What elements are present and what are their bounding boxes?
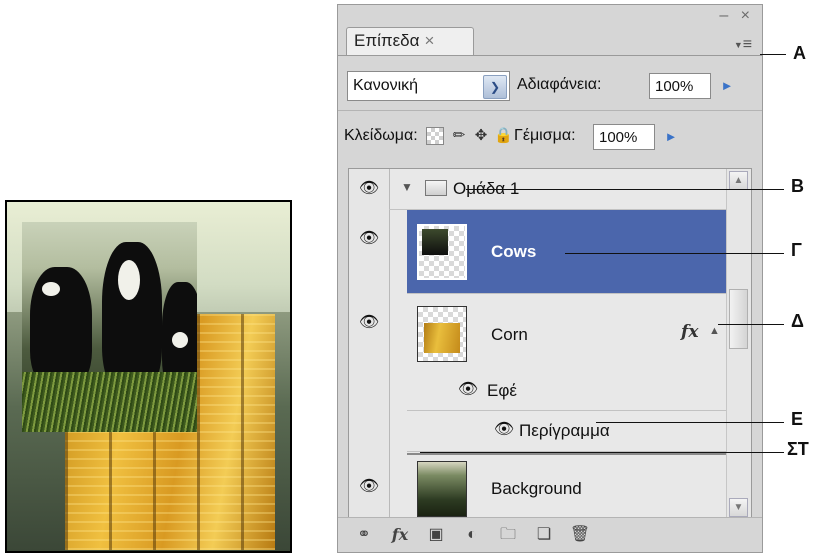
- trash-icon[interactable]: 🗑: [568, 525, 592, 545]
- layers-scrollbar[interactable]: ▲ ▼: [726, 169, 751, 519]
- blend-mode-value: Κανονική: [353, 77, 419, 94]
- scroll-up-icon[interactable]: ▲: [729, 171, 748, 190]
- layer-row-stroke[interactable]: 👁 Περίγραμμα: [407, 411, 727, 452]
- callout-line-g: [565, 253, 784, 254]
- mask-icon[interactable]: ▣: [424, 525, 448, 545]
- fill-arrow-icon[interactable]: ►: [661, 124, 681, 150]
- cow-face: [118, 260, 140, 300]
- folder-icon: [425, 180, 447, 196]
- layer-row-corn[interactable]: Corn fx ▲: [407, 294, 727, 372]
- layer-row-background[interactable]: Background: [407, 453, 727, 521]
- lock-brush-icon[interactable]: ✏: [450, 127, 468, 145]
- expand-triangle-icon[interactable]: ▼: [401, 180, 413, 194]
- layer-thumbnail: [417, 224, 467, 280]
- composite-image: [5, 200, 292, 553]
- scroll-thumb[interactable]: [729, 289, 748, 349]
- menu-lines-icon: ≡: [742, 36, 753, 54]
- layer-name: Background: [491, 479, 582, 498]
- adjustment-icon[interactable]: ◐: [460, 525, 484, 545]
- opacity-label: Αδιαφάνεια:: [517, 76, 602, 93]
- fill-label: Γέμισμα:: [514, 127, 576, 144]
- lock-row: Κλείδωμα: ✏ ✥ 🔒 Γέμισμα: 100% ►: [344, 122, 754, 152]
- lock-label: Κλείδωμα:: [344, 127, 418, 144]
- cow-patch: [42, 282, 60, 296]
- effects-label: Εφέ: [487, 381, 517, 400]
- link-icon[interactable]: ⚭: [352, 525, 376, 545]
- collapse-triangle-icon[interactable]: ▲: [709, 325, 720, 337]
- callout-line-e: [596, 422, 784, 423]
- thumbnail-photo: [422, 229, 448, 255]
- cow-left: [30, 267, 92, 387]
- layers-panel: – × Επίπεδα × ▼≡ Κανονική ❯ Αδιαφάνεια: 1…: [337, 4, 763, 553]
- divider: [338, 110, 762, 111]
- callout-b: B: [791, 176, 804, 196]
- eye-icon[interactable]: 👁: [356, 315, 382, 331]
- lock-move-icon[interactable]: ✥: [472, 127, 490, 145]
- fill-field[interactable]: 100%: [593, 124, 655, 150]
- callout-st: ΣΤ: [787, 439, 809, 459]
- layer-row-cows[interactable]: Cows: [407, 210, 727, 294]
- callout-a: A: [793, 43, 806, 63]
- scroll-down-icon[interactable]: ▼: [729, 498, 748, 517]
- thumbnail-photo: [424, 323, 460, 353]
- layer-name: Cows: [491, 242, 537, 261]
- opacity-value: 100%: [655, 78, 694, 95]
- panel-menu-button[interactable]: ▼≡: [730, 37, 756, 55]
- layers-list: 👁 ▼ Ομάδα 1 👁 Cows 👁 Corn fx ▲ 👁 Εφέ 👁 Π…: [348, 168, 752, 520]
- eye-icon[interactable]: 👁: [356, 231, 382, 247]
- panel-body: Κανονική ❯ Αδιαφάνεια: 100% ► Κλείδωμα: …: [338, 55, 762, 552]
- callout-d: Δ: [791, 311, 804, 331]
- fx-icon[interactable]: fx: [681, 322, 698, 342]
- layer-name: Corn: [491, 325, 528, 344]
- tab-layers[interactable]: Επίπεδα ×: [346, 27, 474, 55]
- eye-icon[interactable]: 👁: [455, 382, 481, 398]
- visibility-column: [349, 169, 390, 519]
- lock-transparency-icon[interactable]: [426, 127, 444, 145]
- layer-row-effects[interactable]: 👁 Εφέ: [407, 372, 727, 411]
- tab-close-icon[interactable]: ×: [424, 31, 434, 50]
- blend-row: Κανονική ❯ Αδιαφάνεια: 100% ►: [347, 71, 753, 103]
- chevron-down-icon[interactable]: ❯: [483, 75, 507, 99]
- layer-thumbnail: [417, 306, 467, 362]
- eye-icon[interactable]: 👁: [491, 422, 517, 438]
- callout-g: Γ: [791, 240, 802, 260]
- menu-triangle-icon: ▼: [733, 40, 743, 50]
- grass: [22, 372, 197, 432]
- callout-line-b: [466, 189, 784, 190]
- opacity-arrow-icon[interactable]: ►: [717, 73, 737, 99]
- effect-name: Περίγραμμα: [519, 421, 610, 440]
- layer-thumbnail: [417, 461, 467, 517]
- cows-photo: [22, 222, 197, 432]
- cow-patch: [172, 332, 188, 348]
- layers-toolbar: ⚭ fx ▣ ◐ 🗀 ❏ 🗑: [338, 517, 762, 552]
- opacity-field[interactable]: 100%: [649, 73, 711, 99]
- tab-label: Επίπεδα: [354, 31, 420, 50]
- callout-line-st: [420, 452, 784, 453]
- window-controls[interactable]: – ×: [719, 7, 754, 25]
- folder-icon[interactable]: 🗀: [496, 525, 520, 545]
- blend-mode-select[interactable]: Κανονική ❯: [347, 71, 510, 101]
- lock-all-icon[interactable]: 🔒: [494, 127, 513, 145]
- callout-line-d: [718, 324, 784, 325]
- fx-icon[interactable]: fx: [388, 525, 412, 545]
- eye-icon[interactable]: 👁: [356, 181, 382, 197]
- new-layer-icon[interactable]: ❏: [532, 525, 556, 545]
- fill-value: 100%: [599, 129, 638, 146]
- callout-e: E: [791, 409, 804, 429]
- callout-line-a: [760, 54, 786, 55]
- eye-icon[interactable]: 👁: [356, 479, 382, 495]
